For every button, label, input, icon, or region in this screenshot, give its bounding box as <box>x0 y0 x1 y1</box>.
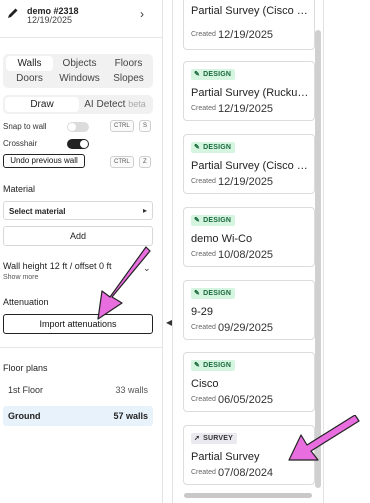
design-badge: ✎ DESIGN <box>191 215 236 226</box>
created-label: Created <box>191 251 216 258</box>
design-badge: ✎ DESIGN <box>191 288 236 299</box>
chevron-right-icon[interactable]: › <box>140 7 144 21</box>
caret-right-icon: ▸ <box>142 206 147 215</box>
created-label: Created <box>191 31 216 38</box>
plan-name: Partial Survey (Ruckus R... <box>191 87 313 99</box>
tab-draw[interactable]: Draw <box>5 97 79 112</box>
created-label: Created <box>191 324 216 331</box>
floor-row-ground[interactable]: Ground 57 walls <box>3 406 153 426</box>
tab-floors[interactable]: Floors <box>105 56 152 71</box>
show-more-link[interactable]: Show more <box>3 274 38 281</box>
snap-to-wall-toggle[interactable] <box>67 122 89 132</box>
toggle-knob <box>68 123 76 131</box>
crosshair-row: Crosshair <box>3 137 153 151</box>
material-label: Material <box>3 184 36 194</box>
material-select[interactable]: Select material ▸ <box>3 201 153 220</box>
pencil-icon <box>5 5 21 21</box>
horizontal-scrollbar[interactable] <box>184 493 312 498</box>
plan-card[interactable]: ✎ DESIGN demo Wi-Co Created 10/08/2025 <box>183 207 315 267</box>
design-badge: ✎ DESIGN <box>191 360 236 371</box>
pencil-icon: ✎ <box>194 144 201 151</box>
plan-date: 07/08/2024 <box>218 467 274 479</box>
plan-date: 12/19/2025 <box>218 29 274 41</box>
floor-name: 1st Floor <box>8 385 44 395</box>
plan-card[interactable]: ✎ DESIGN 9-29 Created 09/29/2025 <box>183 280 315 340</box>
plan-card[interactable]: ✎ DESIGN Cisco Created 06/05/2025 <box>183 352 315 412</box>
plan-name: Cisco <box>191 378 219 390</box>
tab-windows[interactable]: Windows <box>56 71 103 86</box>
tab-ai-detect[interactable]: AI Detect beta <box>79 97 151 112</box>
pencil-icon: ✎ <box>194 290 201 297</box>
plan-date: 09/29/2025 <box>218 322 274 334</box>
pencil-icon: ✎ <box>194 217 201 224</box>
divider <box>0 347 163 348</box>
mode-tabs: Draw AI Detect beta <box>3 95 153 114</box>
plan-name: Partial Survey (Cisco CW... <box>191 5 313 17</box>
plan-date: 10/08/2025 <box>218 249 274 261</box>
plan-card[interactable]: ✎ DESIGN Partial Survey (Ruckus R... Crea… <box>183 61 315 121</box>
survey-badge: ➚ SURVEY <box>191 433 237 444</box>
floor-plans-label: Floor plans <box>3 363 48 373</box>
plan-date: 12/19/2025 <box>218 176 274 188</box>
design-badge: ✎ DESIGN <box>191 69 236 80</box>
floor-wall-count: 57 walls <box>113 411 148 421</box>
design-badge: ✎ DESIGN <box>191 142 236 153</box>
snap-to-wall-label: Snap to wall <box>3 122 47 131</box>
tab-walls[interactable]: Walls <box>6 56 53 71</box>
snap-to-wall-row: Snap to wall CTRL S <box>3 120 153 134</box>
plan-card[interactable]: Partial Survey (Cisco CW... Created 12/1… <box>183 0 315 50</box>
material-select-value: Select material <box>9 207 66 216</box>
kbd-s: S <box>139 120 152 132</box>
survey-icon: ➚ <box>194 435 201 442</box>
created-label: Created <box>191 396 216 403</box>
pencil-icon: ✎ <box>194 71 201 78</box>
add-material-button[interactable]: Add <box>3 226 153 246</box>
kbd-z: Z <box>139 156 151 168</box>
created-label: Created <box>191 469 216 476</box>
tab-doors[interactable]: Doors <box>6 71 53 86</box>
created-label: Created <box>191 105 216 112</box>
project-header[interactable]: demo #2318 12/19/2025 › <box>0 0 163 38</box>
tab-objects[interactable]: Objects <box>56 56 103 71</box>
created-label: Created <box>191 178 216 185</box>
plan-name: 9-29 <box>191 306 214 318</box>
beta-badge: beta <box>128 99 146 109</box>
arrow-annotation-icon <box>97 246 151 320</box>
plan-date: 12/19/2025 <box>218 103 274 115</box>
ai-detect-label: AI Detect <box>84 99 126 110</box>
plan-name: Partial Survey (Cisco CW... <box>191 160 313 172</box>
toggle-knob <box>80 140 88 148</box>
attenuation-label: Attenuation <box>3 297 49 307</box>
floor-name: Ground <box>8 411 41 421</box>
kbd-ctrl: CTRL <box>110 120 134 132</box>
crosshair-toggle[interactable] <box>67 139 89 149</box>
crosshair-label: Crosshair <box>3 139 38 148</box>
tab-slopes[interactable]: Slopes <box>105 71 152 86</box>
plan-date: 06/05/2025 <box>218 394 274 406</box>
floor-wall-count: 33 walls <box>115 385 148 395</box>
plan-name: demo Wi-Co <box>191 233 253 245</box>
undo-wall-button[interactable]: Undo previous wall <box>3 154 85 168</box>
plan-card[interactable]: ✎ DESIGN Partial Survey (Cisco CW... Crea… <box>183 134 315 194</box>
tool-tabs: Walls Objects Floors Doors Windows Slope… <box>3 54 153 88</box>
kbd-ctrl: CTRL <box>110 156 134 168</box>
pencil-icon: ✎ <box>194 362 201 369</box>
floor-row-1st-floor[interactable]: 1st Floor 33 walls <box>3 380 153 400</box>
arrow-annotation-icon <box>288 415 360 461</box>
project-date: 12/19/2025 <box>27 15 73 25</box>
